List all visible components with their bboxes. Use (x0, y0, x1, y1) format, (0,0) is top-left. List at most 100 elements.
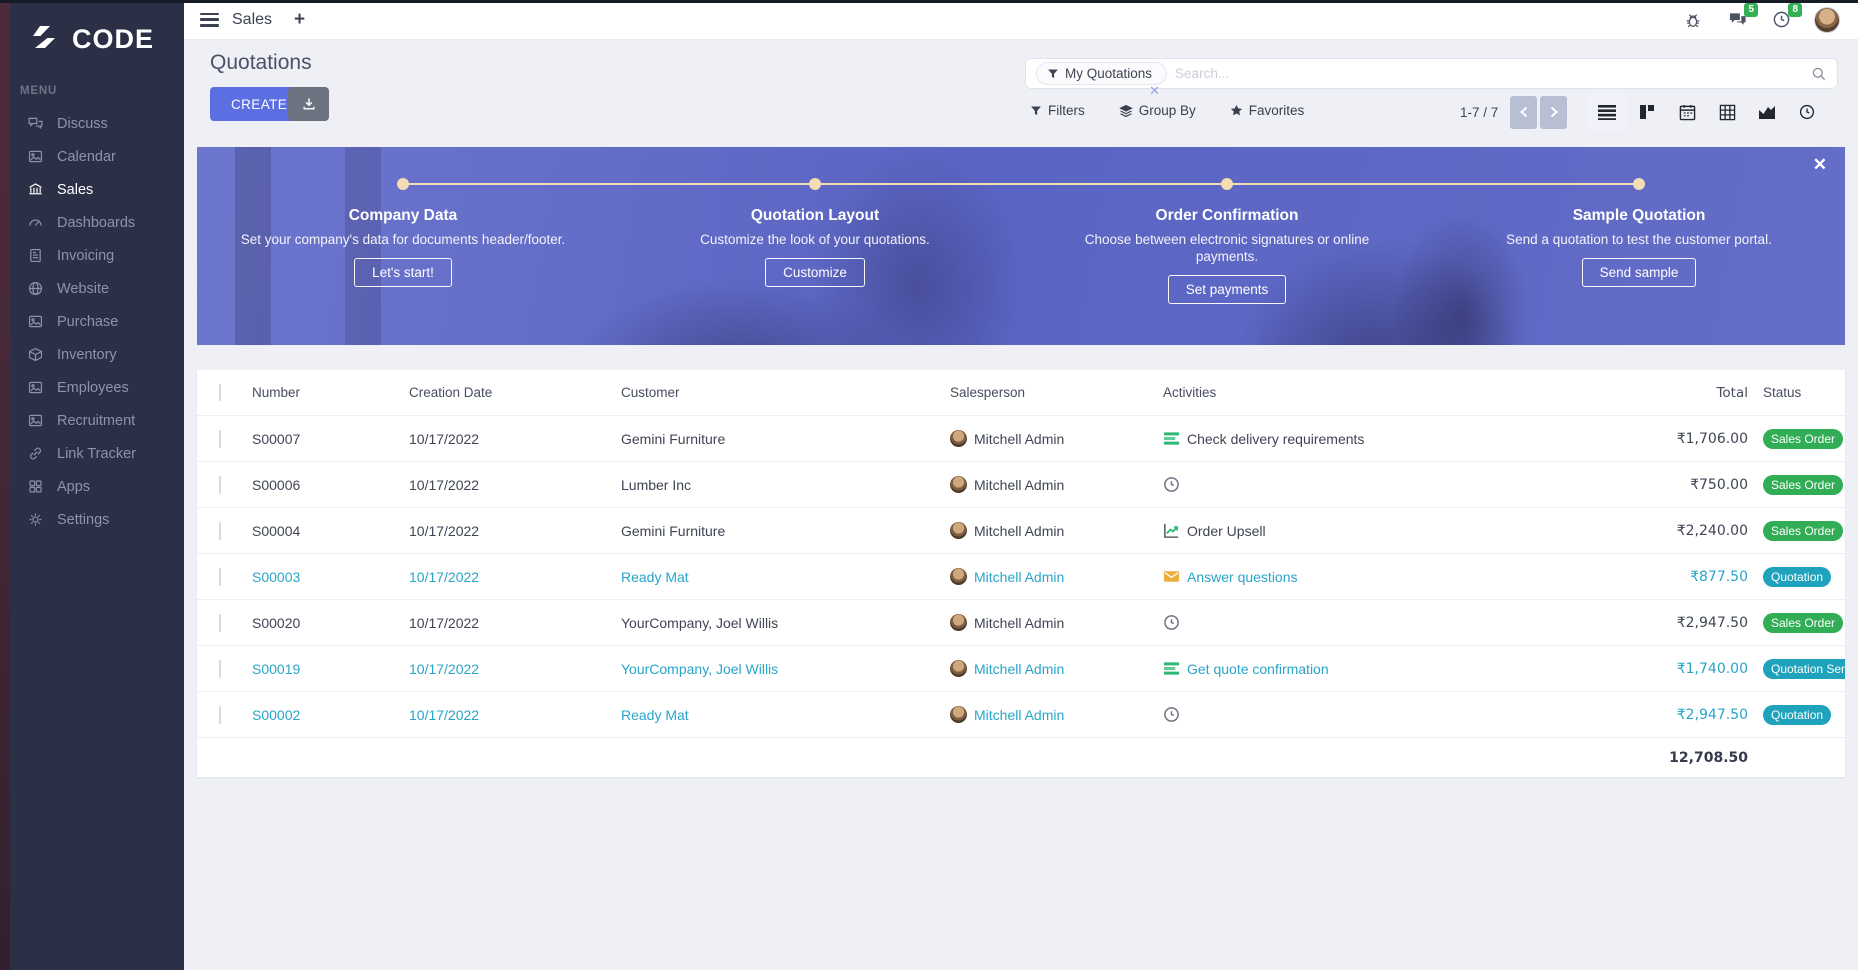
export-button[interactable] (288, 87, 329, 121)
brand-logo[interactable]: CODE (0, 0, 184, 55)
search-bar[interactable]: My Quotations ✕ (1025, 58, 1838, 89)
group-by-button[interactable]: Group By (1119, 103, 1196, 118)
row-checkbox[interactable] (219, 614, 221, 632)
sidebar-item-invoicing[interactable]: Invoicing (0, 239, 184, 272)
pivot-view-button[interactable] (1707, 93, 1747, 131)
sidebar-item-settings[interactable]: Settings (0, 503, 184, 536)
hamburger-menu-icon[interactable] (200, 13, 219, 27)
chevron-left-icon (1519, 106, 1529, 118)
activity-cell[interactable] (1163, 614, 1618, 631)
activity-cell[interactable]: Get quote confirmation (1163, 660, 1618, 677)
search-facet-my-quotations[interactable]: My Quotations ✕ (1036, 62, 1167, 85)
activity-cell[interactable] (1163, 476, 1618, 493)
activity-cell[interactable]: Order Upsell (1163, 522, 1618, 539)
new-tab-plus-icon[interactable]: + (294, 10, 305, 29)
row-checkbox[interactable] (219, 660, 221, 678)
customize-button[interactable]: Customize (765, 258, 865, 287)
lets-start-button[interactable]: Let's start! (354, 258, 452, 287)
sidebar-item-recruitment[interactable]: Recruitment (0, 404, 184, 437)
row-checkbox[interactable] (219, 430, 221, 448)
sidebar-item-link-tracker[interactable]: Link Tracker (0, 437, 184, 470)
column-header-total[interactable]: Total (1618, 385, 1748, 401)
activity-cell[interactable]: Answer questions (1163, 568, 1618, 585)
filters-button[interactable]: Filters (1030, 103, 1085, 118)
salesperson-avatar (950, 430, 967, 447)
step-dot (1221, 178, 1233, 190)
sidebar-item-discuss[interactable]: Discuss (0, 107, 184, 140)
status-badge: Sales Order (1763, 521, 1843, 541)
sidebar-item-dashboards[interactable]: Dashboards (0, 206, 184, 239)
table-row[interactable]: S00006 10/17/2022 Lumber Inc Mitchell Ad… (197, 461, 1845, 507)
menu-section-label: MENU (0, 85, 184, 97)
clock-icon (1163, 614, 1180, 631)
table-row[interactable]: S00019 10/17/2022 YourCompany, Joel Will… (197, 645, 1845, 691)
sidebar-item-sales[interactable]: Sales (0, 173, 184, 206)
row-checkbox[interactable] (219, 522, 221, 540)
gear-icon (27, 511, 44, 528)
clock-icon (1163, 476, 1180, 493)
favorites-button[interactable]: Favorites (1230, 103, 1305, 118)
picture-icon (27, 313, 44, 330)
list-view-button[interactable] (1587, 93, 1627, 131)
status-badge: Quotation (1763, 705, 1831, 725)
search-icon[interactable] (1811, 66, 1827, 82)
table-row[interactable]: S00007 10/17/2022 Gemini Furniture Mitch… (197, 415, 1845, 461)
shop-icon (27, 181, 44, 198)
sidebar-item-purchase[interactable]: Purchase (0, 305, 184, 338)
sidebar-item-apps[interactable]: Apps (0, 470, 184, 503)
row-checkbox[interactable] (219, 568, 221, 586)
table-row[interactable]: S00003 10/17/2022 Ready Mat Mitchell Adm… (197, 553, 1845, 599)
onboarding-step-company-data: Company Data Set your company's data for… (233, 207, 573, 287)
pager-previous-button[interactable] (1510, 96, 1537, 129)
column-header-customer[interactable]: Customer (621, 385, 950, 400)
calendar-view-button[interactable] (1667, 93, 1707, 131)
messages-icon[interactable]: 5 (1726, 9, 1748, 31)
search-input[interactable] (1175, 66, 1811, 81)
activities-count-badge: 8 (1788, 3, 1802, 17)
banner-close-icon[interactable]: ✕ (1813, 156, 1827, 173)
kanban-view-button[interactable] (1627, 93, 1667, 131)
column-header-number[interactable]: Number (252, 385, 409, 400)
activities-clock-icon[interactable]: 8 (1770, 9, 1792, 31)
picture-icon (27, 379, 44, 396)
graph-view-icon (1758, 104, 1776, 120)
sidebar-item-calendar[interactable]: Calendar (0, 140, 184, 173)
activity-cell[interactable] (1163, 706, 1618, 723)
sidebar-item-inventory[interactable]: Inventory (0, 338, 184, 371)
table-footer-total: 12,708.50 (1618, 750, 1748, 766)
clock-icon (1163, 706, 1180, 723)
status-badge: Sales Order (1763, 613, 1843, 633)
pager-next-button[interactable] (1540, 96, 1567, 129)
graph-view-button[interactable] (1747, 93, 1787, 131)
table-row[interactable]: S00020 10/17/2022 YourCompany, Joel Will… (197, 599, 1845, 645)
onboarding-step-sample-quotation: Sample Quotation Send a quotation to tes… (1469, 207, 1809, 287)
column-header-activities[interactable]: Activities (1163, 385, 1618, 400)
debug-bug-icon[interactable] (1682, 9, 1704, 31)
send-sample-button[interactable]: Send sample (1582, 258, 1697, 287)
set-payments-button[interactable]: Set payments (1168, 275, 1287, 304)
activity-view-button[interactable] (1787, 93, 1827, 131)
activity-cell[interactable]: Check delivery requirements (1163, 430, 1618, 447)
column-header-salesperson[interactable]: Salesperson (950, 385, 1163, 400)
table-row[interactable]: S00004 10/17/2022 Gemini Furniture Mitch… (197, 507, 1845, 553)
sidebar-item-website[interactable]: Website (0, 272, 184, 305)
messages-count-badge: 5 (1744, 3, 1758, 17)
remove-facet-icon[interactable]: ✕ (1149, 83, 1160, 99)
salesperson-avatar (950, 476, 967, 493)
invoice-icon (27, 247, 44, 264)
gauge-icon (27, 214, 44, 231)
box-icon (27, 346, 44, 363)
grid-icon (27, 478, 44, 495)
sidebar-item-employees[interactable]: Employees (0, 371, 184, 404)
select-all-checkbox[interactable] (219, 384, 221, 401)
column-header-status[interactable]: Status (1748, 385, 1845, 400)
link-icon (27, 445, 44, 462)
user-avatar[interactable] (1814, 7, 1840, 33)
globe-icon (27, 280, 44, 297)
row-checkbox[interactable] (219, 476, 221, 494)
row-checkbox[interactable] (219, 706, 221, 724)
column-header-creation-date[interactable]: Creation Date (409, 385, 621, 400)
table-row[interactable]: S00002 10/17/2022 Ready Mat Mitchell Adm… (197, 691, 1845, 737)
status-badge: Sales Order (1763, 475, 1843, 495)
comments-icon (27, 115, 44, 132)
